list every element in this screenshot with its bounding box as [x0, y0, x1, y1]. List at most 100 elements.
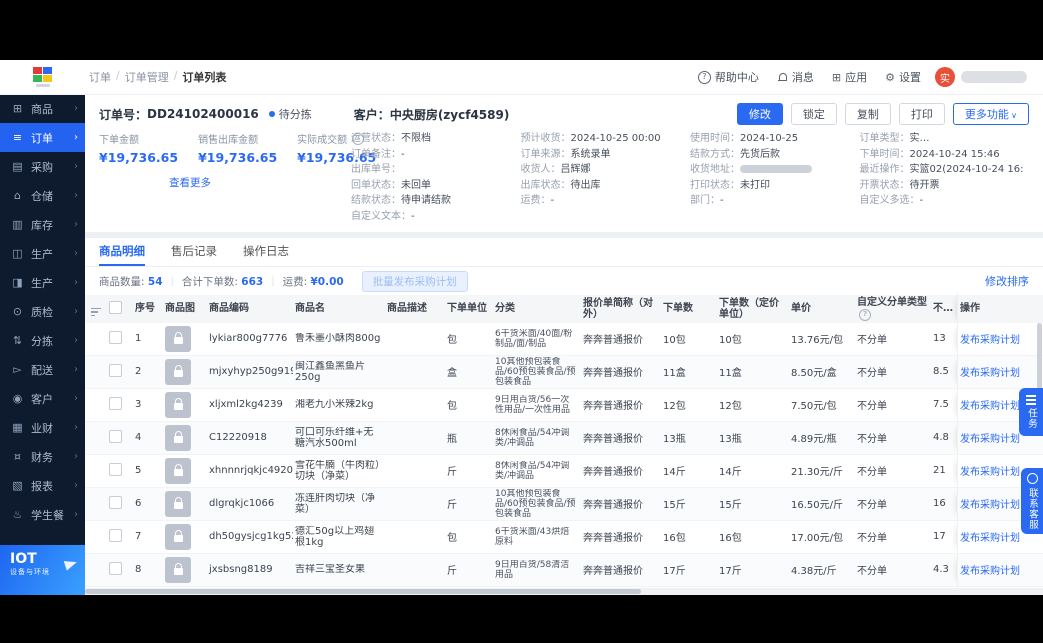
detail-label: 出库单号： — [351, 164, 401, 175]
split-type: 不分单 — [857, 467, 887, 478]
truncated-value: 7.5 — [933, 399, 949, 410]
tab-log[interactable]: 操作日志 — [243, 238, 289, 266]
print-button[interactable]: 打印 — [898, 103, 945, 125]
select-all-checkbox[interactable] — [109, 300, 122, 314]
copy-button[interactable]: 复制 — [844, 103, 891, 125]
gear-action[interactable]: ⚙ 设置 — [885, 69, 921, 85]
sidebar-item-warehouse[interactable]: ⌂ 仓储 › — [0, 181, 85, 210]
sidebar-item-production-2[interactable]: ◨ 生产 › — [0, 268, 85, 297]
sidebar-item-sorting[interactable]: ⇅ 分拣 › — [0, 326, 85, 355]
row-checkbox[interactable] — [109, 495, 122, 509]
product-code: xljxml2kg4239 — [209, 399, 283, 410]
truncated-value: 4.3 — [933, 564, 949, 575]
sidebar-item-purchase[interactable]: ▤ 采购 › — [0, 152, 85, 181]
order-unit: 包 — [447, 401, 457, 412]
help-action[interactable]: ? 帮助中心 — [697, 69, 759, 85]
detail-value: 2024-10-25 00:00 — [570, 133, 661, 144]
stat-item: 运费: ¥0.00 — [283, 274, 344, 289]
sidebar-item-label: 分拣 — [31, 334, 53, 348]
row-checkbox[interactable] — [109, 462, 122, 476]
detail-field: 运营状态：不限档 — [351, 131, 515, 147]
product-image-cell — [163, 457, 207, 484]
truncated-value: 21 — [933, 465, 946, 476]
row-checkbox[interactable] — [109, 429, 122, 443]
publish-purchase-plan-link[interactable]: 发布采购计划 — [960, 529, 1020, 544]
detail-value: - — [550, 195, 555, 206]
detail-value: - — [411, 210, 415, 222]
detail-label: 订单来源： — [520, 148, 571, 160]
breadcrumb-item[interactable]: 订单列表 — [182, 69, 226, 85]
row-index: 5 — [135, 465, 142, 476]
chevron-right-icon: › — [74, 103, 78, 114]
publish-purchase-plan-link[interactable]: 发布采购计划 — [960, 397, 1020, 412]
action-cell: 发布采购计划 — [957, 520, 1031, 553]
product-image-cell — [163, 424, 207, 451]
tab-detail[interactable]: 商品明细 — [99, 238, 145, 266]
lock-button[interactable]: 锁定 — [790, 103, 837, 125]
tabs: 商品明细 售后记录 操作日志 — [85, 238, 1043, 267]
sidebar-item-business-finance[interactable]: ▦ 业财 › — [0, 413, 85, 442]
order-unit: 包 — [447, 335, 457, 346]
lock-icon — [173, 332, 183, 344]
col-header-10: 单价 — [791, 303, 811, 315]
bell-action[interactable]: 消息 — [777, 69, 814, 85]
detail-label: 部门： — [690, 195, 720, 206]
batch-publish-purchase-button[interactable]: 批量发布采购计划 — [361, 270, 468, 292]
chevron-right-icon: › — [74, 132, 78, 143]
filter-icon[interactable] — [87, 307, 101, 317]
task-widget[interactable]: 任务 — [1019, 388, 1043, 436]
publish-purchase-plan-link[interactable]: 发布采购计划 — [960, 496, 1020, 511]
view-more-link[interactable]: 查看更多 — [169, 175, 211, 190]
publish-purchase-plan-link[interactable]: 发布采购计划 — [960, 364, 1020, 379]
breadcrumb-item[interactable]: 订单 — [89, 69, 111, 85]
publish-purchase-plan-link[interactable]: 发布采购计划 — [960, 430, 1020, 445]
horizontal-scrollbar-thumb[interactable] — [85, 589, 641, 594]
sidebar-item-delivery[interactable]: ▻ 配送 › — [0, 355, 85, 384]
row-checkbox[interactable] — [109, 561, 122, 575]
col-header-3: 商品名 — [295, 303, 325, 315]
row-checkbox[interactable] — [109, 396, 122, 410]
contact-service-widget[interactable]: 联系客服 — [1021, 468, 1043, 534]
col-header-11: 自定义分单类型? — [855, 295, 931, 323]
detail-column: 使用时间：2024-10-25 结款方式：先货后款 收货地址： 打印状态：未打印 部门：… — [690, 131, 860, 224]
more-button[interactable]: 更多功能 ∨ — [952, 103, 1029, 125]
detail-label: 使用时间： — [690, 133, 740, 144]
sidebar-item-qc[interactable]: ⊙ 质检 › — [0, 297, 85, 326]
sidebar-item-production-1[interactable]: ◫ 生产 › — [0, 239, 85, 268]
detail-field: 部门：- — [690, 193, 854, 209]
user-name-blurred — [961, 71, 1027, 83]
modify-sort-link[interactable]: 修改排序 — [985, 273, 1029, 289]
publish-purchase-plan-link[interactable]: 发布采购计划 — [960, 562, 1020, 577]
tab-aftersale[interactable]: 售后记录 — [171, 238, 217, 266]
modify-button[interactable]: 修改 — [736, 103, 783, 125]
publish-purchase-plan-link[interactable]: 发布采购计划 — [960, 463, 1020, 478]
product-image-placeholder — [165, 556, 191, 583]
breadcrumb-item[interactable]: 订单管理 — [125, 69, 169, 85]
avatar[interactable]: 实 — [935, 67, 955, 87]
sidebar-item-goods[interactable]: ⊞ 商品 › — [0, 94, 85, 123]
row-checkbox[interactable] — [109, 528, 122, 542]
row-checkbox[interactable] — [109, 363, 122, 377]
sidebar-item-customer[interactable]: ◉ 客户 › — [0, 384, 85, 413]
detail-column: 订单类型：实… 下单时间：2024-10-24 15:46 最近操作：实篮02(20… — [860, 131, 1030, 224]
product-category: 8休闲食品/54冲调类/冲调品 — [495, 460, 570, 481]
user-menu[interactable]: 实 — [935, 67, 1027, 87]
row-checkbox[interactable] — [109, 330, 122, 344]
sidebar-item-inventory[interactable]: ▥ 库存 › — [0, 210, 85, 239]
detail-label: 订单类型： — [859, 133, 910, 144]
apps-action[interactable]: ⊞ 应用 — [832, 69, 867, 85]
top-action-label: 帮助中心 — [714, 71, 759, 84]
vertical-scrollbar[interactable] — [1037, 323, 1042, 389]
sidebar-item-finance[interactable]: ¤ 财务 › — [0, 442, 85, 471]
split-type: 不分单 — [857, 434, 887, 445]
sidebar-item-student-meal[interactable]: ♨ 学生餐 › — [0, 500, 85, 529]
sidebar-item-report[interactable]: ▧ 报表 › — [0, 471, 85, 500]
table-row: 7 dh50gysjcg1kg5249德汇50g以上鸡翅根1kg 包 6干货米面/43… — [85, 520, 1043, 554]
row-checkbox-cell — [107, 462, 133, 479]
publish-purchase-plan-link[interactable]: 发布采购计划 — [960, 331, 1020, 346]
house-icon: ⌂ — [14, 189, 21, 202]
top-action-label: 设置 — [899, 71, 921, 84]
order-qty-pricing-unit: 10包 — [719, 335, 742, 346]
sidebar-item-orders[interactable]: ≡ 订单 › — [0, 123, 85, 152]
detail-field: 预计收货：2024-10-25 00:00 — [521, 131, 685, 147]
